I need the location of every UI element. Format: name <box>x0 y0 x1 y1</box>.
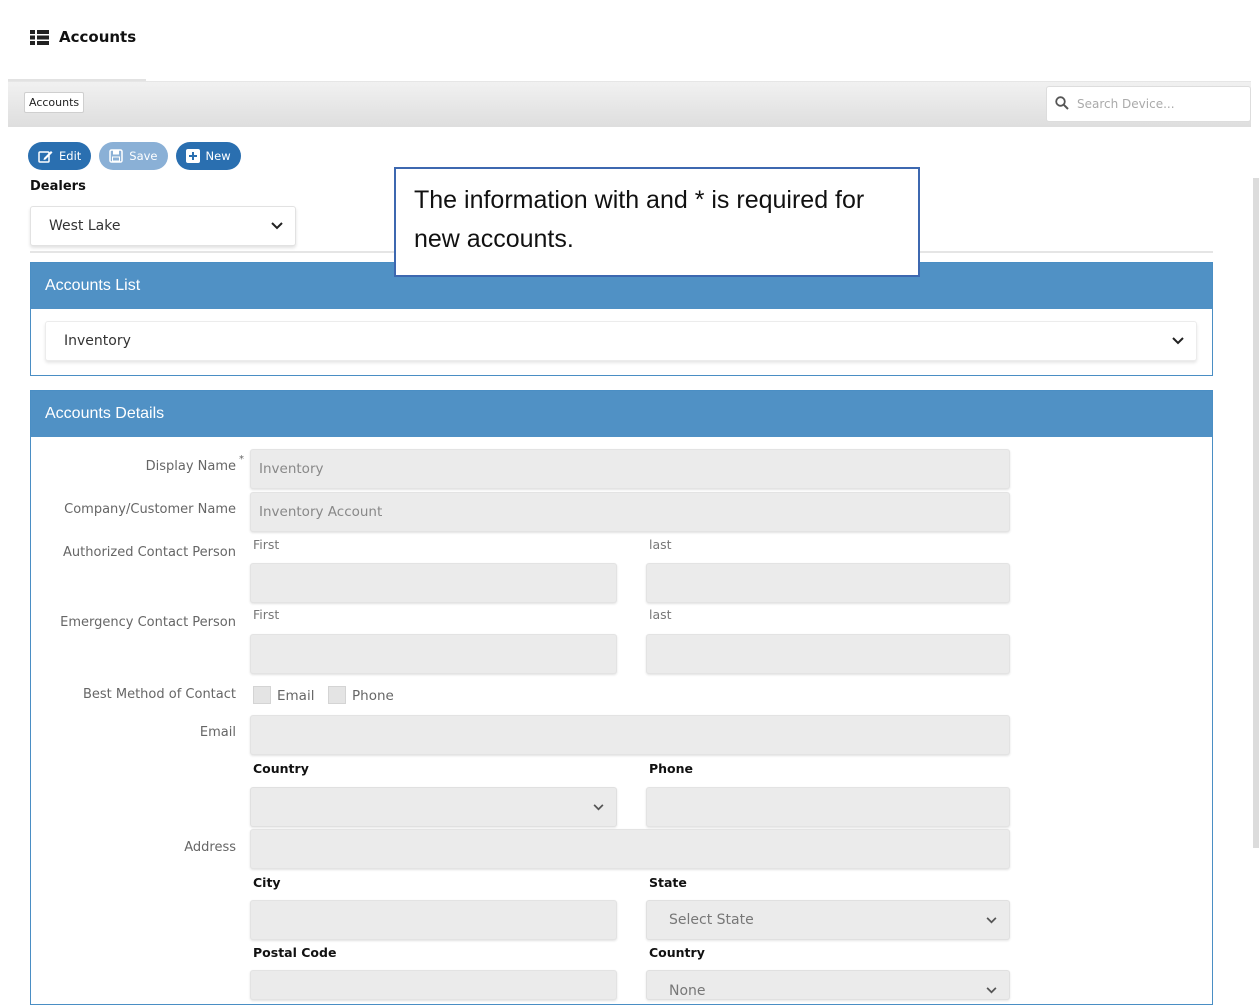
dealers-label: Dealers <box>30 179 86 194</box>
display-name-input[interactable]: Inventory <box>250 449 1010 489</box>
state-select-value: Select State <box>669 912 754 928</box>
display-name-label: Display Name <box>145 459 236 474</box>
email-label: Email <box>199 725 236 740</box>
accounts-list-selected: Inventory <box>64 333 131 349</box>
edit-icon <box>38 150 53 163</box>
save-button-label: Save <box>129 149 158 163</box>
address-label: Address <box>184 840 236 855</box>
authorized-last-label: last <box>649 537 672 552</box>
email-input[interactable] <box>250 715 1010 755</box>
scrollbar[interactable] <box>1253 178 1259 848</box>
city-label: City <box>253 875 281 890</box>
emergency-contact-label: Emergency Contact Person <box>60 615 236 630</box>
phone-checkbox-label: Phone <box>352 688 394 704</box>
accounts-details-header: Accounts Details <box>31 391 1212 437</box>
chevron-down-icon <box>1172 337 1184 345</box>
required-mark: * <box>239 454 244 465</box>
breadcrumb[interactable]: Accounts <box>24 92 85 113</box>
search-box[interactable] <box>1046 86 1251 122</box>
country-select[interactable] <box>250 787 617 827</box>
state-select[interactable]: Select State <box>646 900 1010 940</box>
phone-checkbox[interactable] <box>328 686 346 704</box>
phone-label: Phone <box>649 761 694 776</box>
state-label: State <box>649 875 687 890</box>
country2-select-value: None <box>669 983 706 999</box>
toolbar: Edit Save New <box>28 142 241 170</box>
accounts-list-select[interactable]: Inventory <box>45 321 1197 361</box>
phone-input[interactable] <box>646 787 1010 827</box>
emergency-first-input[interactable] <box>250 634 617 674</box>
country-label: Country <box>253 761 309 776</box>
search-icon <box>1055 95 1069 113</box>
page-title-text: Accounts <box>59 28 137 46</box>
list-icon <box>30 29 49 45</box>
authorized-contact-label: Authorized Contact Person <box>63 545 236 560</box>
address-input[interactable] <box>250 829 1010 869</box>
callout-note: The information with and * is required f… <box>394 167 920 277</box>
plus-square-icon <box>185 149 200 163</box>
search-input[interactable] <box>1077 97 1227 111</box>
best-method-label: Best Method of Contact <box>82 687 236 702</box>
chevron-down-icon <box>593 803 604 811</box>
new-button[interactable]: New <box>175 142 241 170</box>
new-button-label: New <box>205 149 231 163</box>
email-checkbox-label: Email <box>277 688 315 704</box>
email-checkbox[interactable] <box>253 686 271 704</box>
save-icon <box>109 149 124 163</box>
city-input[interactable] <box>250 900 617 940</box>
country2-label: Country <box>649 945 705 960</box>
company-name-label: Company/Customer Name <box>64 502 236 517</box>
authorized-last-input[interactable] <box>646 563 1010 603</box>
chevron-down-icon <box>986 983 997 994</box>
dealers-select[interactable]: West Lake <box>30 206 296 246</box>
top-bar: Accounts <box>8 81 1251 127</box>
emergency-first-label: First <box>253 607 280 622</box>
save-button[interactable]: Save <box>99 142 168 170</box>
dealers-selected-value: West Lake <box>49 218 121 234</box>
postal-code-input[interactable] <box>250 970 617 1000</box>
country2-select[interactable]: None <box>646 970 1010 1000</box>
postal-code-label: Postal Code <box>253 945 337 960</box>
edit-button[interactable]: Edit <box>28 142 92 170</box>
company-name-input[interactable]: Inventory Account <box>250 492 1010 532</box>
chevron-down-icon <box>986 916 997 924</box>
emergency-last-input[interactable] <box>646 634 1010 674</box>
emergency-last-label: last <box>649 607 672 622</box>
chevron-down-icon <box>271 222 283 230</box>
authorized-first-label: First <box>253 537 280 552</box>
edit-button-label: Edit <box>59 149 82 163</box>
page-title: Accounts <box>30 28 136 46</box>
authorized-first-input[interactable] <box>250 563 617 603</box>
